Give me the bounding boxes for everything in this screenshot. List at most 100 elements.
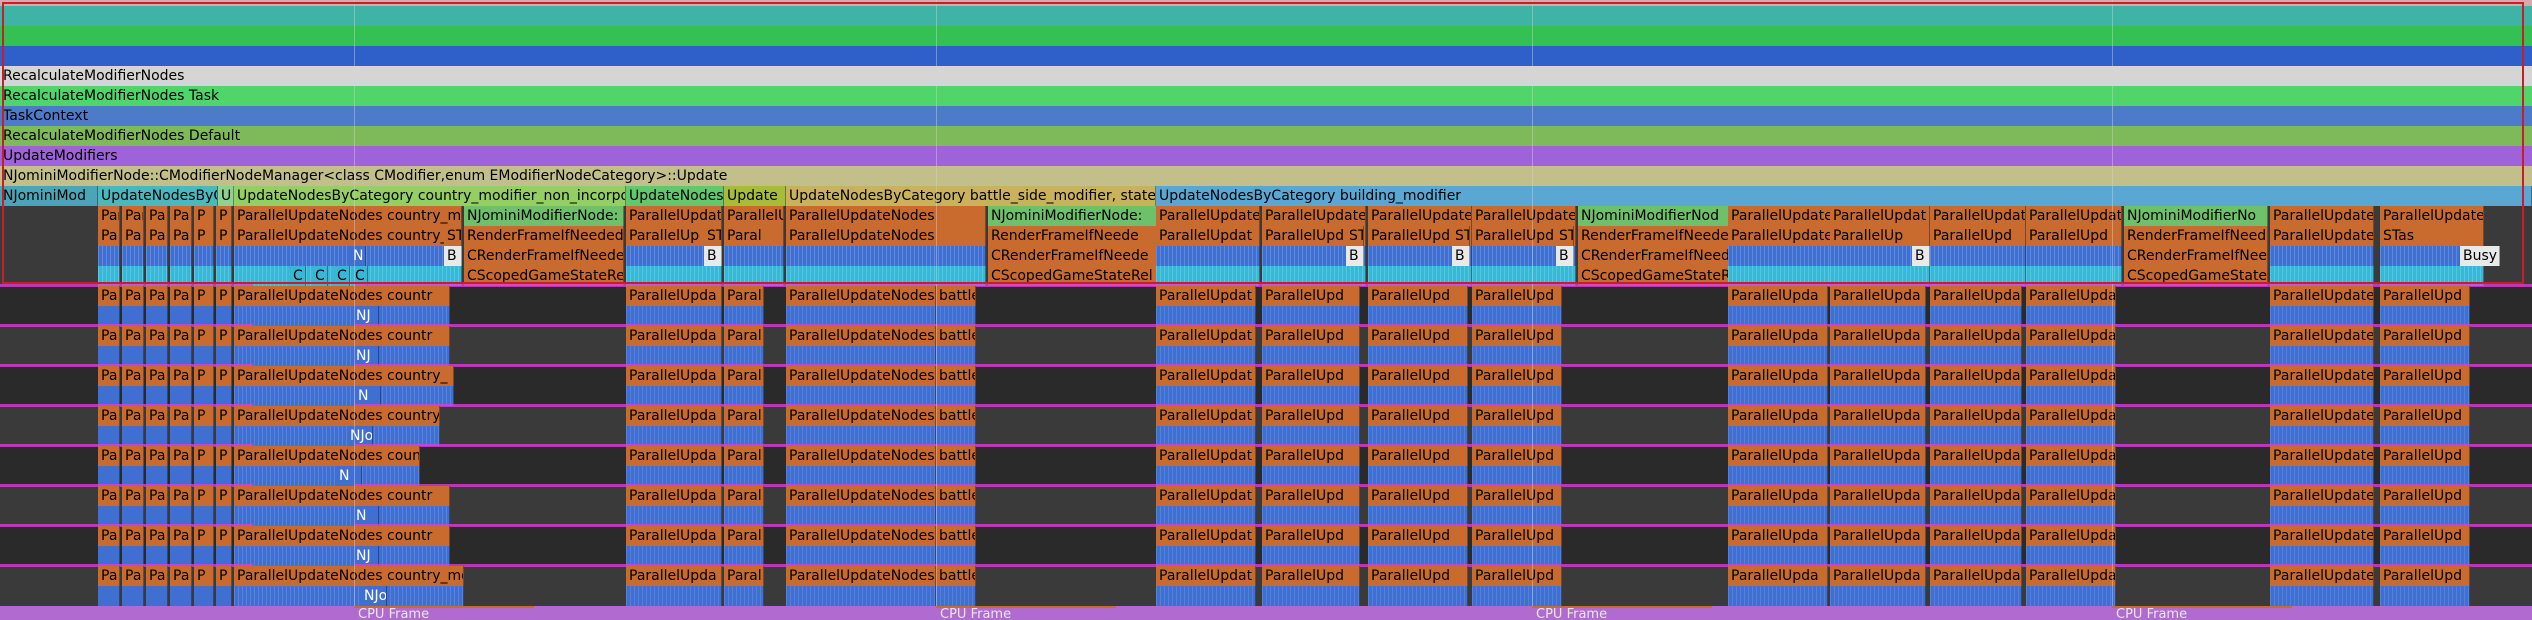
main-span[interactable]: ParallelUpdate [1262, 206, 1366, 226]
worker-span[interactable]: Pa [122, 406, 144, 426]
worker-span[interactable]: ParallelUpd [1368, 526, 1468, 546]
worker-span-child[interactable] [122, 346, 144, 366]
worker-span-child[interactable] [724, 546, 764, 566]
worker-span-child[interactable] [1472, 546, 1562, 566]
worker-span-child[interactable] [170, 346, 192, 366]
worker-span[interactable]: Pa [170, 526, 192, 546]
worker-span-child[interactable] [1728, 346, 1828, 366]
worker-span[interactable]: ParallelUpd [2380, 286, 2470, 306]
main-span-work[interactable] [216, 266, 232, 286]
worker-span[interactable]: ParallelUpd [1472, 526, 1562, 546]
worker-span-child[interactable] [122, 386, 144, 406]
worker-span-child[interactable] [1830, 346, 1926, 366]
profiler-timeline[interactable]: RecalculateModifierNodes RecalculateModif… [0, 0, 2532, 620]
worker-span[interactable]: ParallelUpdateNodes [786, 406, 936, 426]
worker-span[interactable]: ParallelUpdateNodes [786, 366, 936, 386]
worker-span[interactable]: Pa [122, 326, 144, 346]
worker-span[interactable]: P [194, 566, 214, 586]
worker-span[interactable]: Parall [724, 366, 764, 386]
worker-span-child[interactable] [122, 306, 144, 326]
worker-span-child[interactable] [936, 586, 976, 606]
worker-span-child[interactable] [1830, 586, 1926, 606]
worker-span[interactable]: ParallelUpdat [1156, 406, 1256, 426]
worker-span[interactable]: Paral [724, 326, 764, 346]
category-bar[interactable]: UpdateNodesByC [98, 186, 218, 206]
main-span-work[interactable] [170, 246, 192, 266]
worker-span[interactable]: P [194, 406, 214, 426]
main-span-child[interactable]: RenderFrameIfNeed [2124, 226, 2268, 246]
worker-marker[interactable]: NJo [361, 586, 387, 606]
worker-span[interactable]: ParallelUpdat [1156, 326, 1256, 346]
main-span[interactable]: ParallelUpdate [1472, 206, 1576, 226]
worker-span-child[interactable] [1728, 506, 1828, 526]
main-span-work[interactable] [98, 246, 120, 266]
main-span-child[interactable]: Pa [170, 226, 192, 246]
worker-span-child[interactable] [786, 306, 936, 326]
worker-span[interactable]: Pa [146, 446, 168, 466]
worker-span[interactable]: ParallelUpdate [2270, 326, 2374, 346]
worker-span-child[interactable] [1830, 546, 1926, 566]
worker-span-child[interactable] [1368, 306, 1468, 326]
worker-span[interactable]: Pa [146, 406, 168, 426]
worker-span-child[interactable] [1156, 426, 1256, 446]
b-marker[interactable]: B [1912, 246, 1930, 266]
worker-span-child[interactable] [1728, 466, 1828, 486]
worker-span-child[interactable] [1728, 586, 1828, 606]
main-span-child[interactable]: P [194, 226, 214, 246]
worker-span-child[interactable] [2380, 506, 2470, 526]
worker-span[interactable]: ParallelUpda [2026, 446, 2116, 466]
worker-span[interactable]: Parall [724, 286, 764, 306]
worker-span[interactable]: ParallelUpd [1472, 366, 1562, 386]
worker-span-child[interactable] [1472, 466, 1562, 486]
worker-span[interactable]: ParallelUpd [1262, 406, 1360, 426]
main-span[interactable]: NJominiModifierNo [2124, 206, 2268, 226]
worker-span[interactable]: ParallelUpda [1728, 566, 1828, 586]
worker-span[interactable]: ParallelUpd [2380, 566, 2470, 586]
worker-span[interactable]: Pa [98, 366, 120, 386]
st-marker[interactable]: ST [1452, 226, 1470, 246]
worker-span-child[interactable] [1368, 346, 1468, 366]
worker-span[interactable]: ParallelUpd [2380, 406, 2470, 426]
worker-span[interactable]: ParallelUpd [1262, 366, 1360, 386]
worker-span[interactable]: ParallelUpdate [2270, 526, 2374, 546]
worker-span-child[interactable] [2270, 426, 2374, 446]
main-span-work[interactable] [786, 246, 986, 266]
worker-span[interactable]: P [216, 366, 232, 386]
worker-span[interactable]: ParallelUpda [626, 326, 722, 346]
worker-span[interactable]: ParallelUpd [1262, 286, 1360, 306]
worker-span-child[interactable] [786, 506, 936, 526]
b-marker[interactable]: B [704, 246, 722, 266]
worker-span-child[interactable] [170, 426, 192, 446]
main-span-child[interactable]: RenderFrameIfNeede [1578, 226, 1730, 246]
category-bar[interactable]: NJominiMod [0, 186, 98, 206]
worker-span[interactable]: ParallelUpdate [2270, 366, 2374, 386]
worker-span-child[interactable] [170, 466, 192, 486]
worker-span[interactable]: P [216, 446, 232, 466]
worker-span[interactable]: ParallelUpd [1368, 286, 1468, 306]
worker-span[interactable]: ParallelUpdat [1156, 286, 1256, 306]
worker-marker[interactable]: N [353, 506, 379, 526]
main-span[interactable]: ParallelUpdate [1728, 206, 1832, 226]
worker-span[interactable]: ParallelUpdateNodes countr [234, 526, 450, 546]
worker-span-child[interactable] [98, 386, 120, 406]
worker-span[interactable]: Pa [146, 286, 168, 306]
worker-span[interactable]: ParallelUpd [1262, 566, 1360, 586]
worker-span-child[interactable] [1930, 586, 2022, 606]
worker-span[interactable]: ParallelUpd [1262, 326, 1360, 346]
worker-span-child[interactable] [936, 466, 976, 486]
worker-span-child[interactable] [1262, 306, 1360, 326]
main-span-work[interactable] [194, 246, 214, 266]
worker-span[interactable]: ParallelUpd [1472, 406, 1562, 426]
worker-span[interactable]: P [216, 486, 232, 506]
worker-span-child[interactable] [98, 466, 120, 486]
worker-span[interactable]: Pa [122, 366, 144, 386]
worker-span-child[interactable] [626, 546, 722, 566]
worker-span-child[interactable] [1728, 386, 1828, 406]
worker-span-child[interactable] [1156, 546, 1256, 566]
worker-span[interactable]: ParallelUpdat [1156, 526, 1256, 546]
worker-span-child[interactable] [234, 386, 454, 406]
main-span-work[interactable] [122, 246, 144, 266]
worker-span[interactable]: Pa [122, 446, 144, 466]
main-span-child[interactable]: Pa [122, 226, 144, 246]
worker-span[interactable]: ParallelUpda [1728, 286, 1828, 306]
